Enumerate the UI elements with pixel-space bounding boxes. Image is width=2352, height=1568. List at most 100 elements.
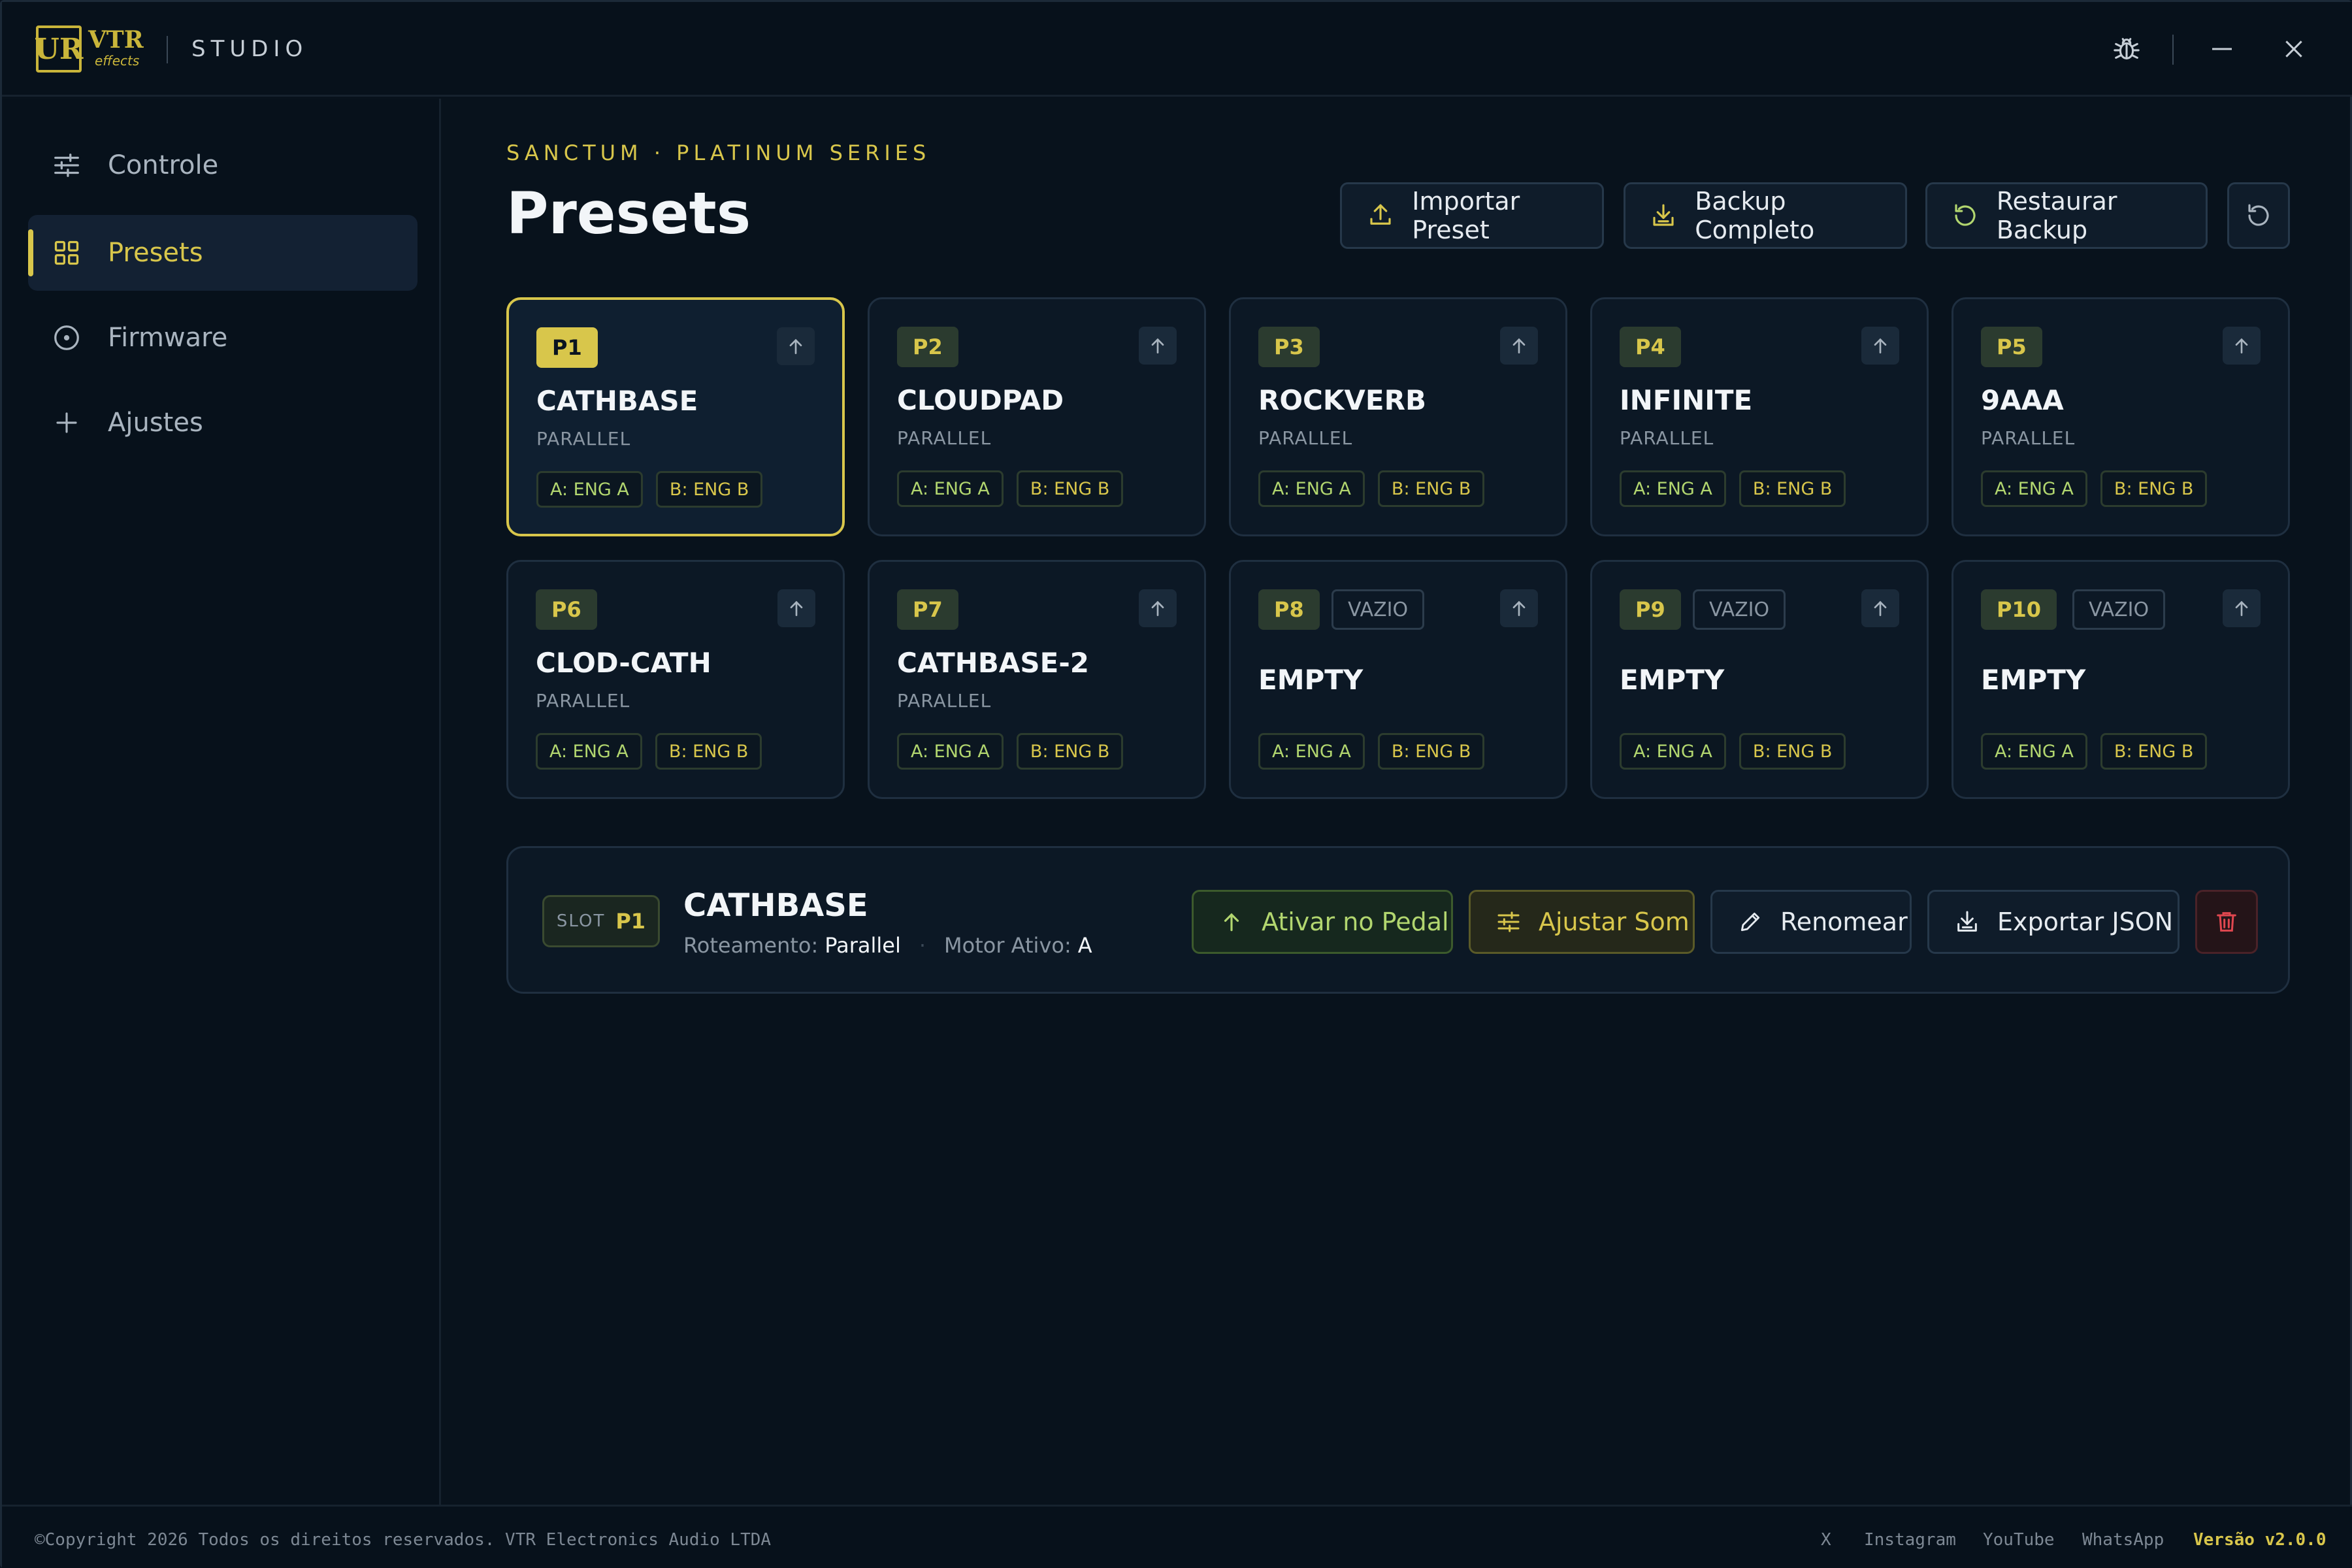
upload-to-pedal-button[interactable] <box>777 327 815 365</box>
selected-preset-meta: Roteamento: Parallel · Motor Ativo: A <box>683 933 1092 958</box>
preset-name: INFINITE <box>1620 384 1753 416</box>
engine-b-tag: B: ENG B <box>2100 733 2208 770</box>
preset-card-p5[interactable]: P5 9AAA PARALLEL A: ENG A B: ENG B <box>1952 297 2290 536</box>
preset-name: CATHBASE-2 <box>897 647 1089 679</box>
engine-b-tag: B: ENG B <box>1739 733 1846 770</box>
arrow-up-icon <box>789 338 802 354</box>
plus-icon <box>50 406 83 439</box>
version-label: Versão v2.0.0 <box>2193 1530 2327 1550</box>
routing-value: Parallel <box>825 933 901 958</box>
upload-to-pedal-button[interactable] <box>1139 327 1177 365</box>
page-title: Presets <box>506 180 751 247</box>
preset-card-p8[interactable]: P8 VAZIO EMPTY A: ENG A B: ENG B <box>1229 560 1567 799</box>
sidebar-item-controle[interactable]: Controle <box>28 127 417 203</box>
upload-to-pedal-button[interactable] <box>2223 327 2261 365</box>
upload-to-pedal-button[interactable] <box>777 589 815 627</box>
upload-to-pedal-button[interactable] <box>1861 589 1899 627</box>
preset-name: CLOD-CATH <box>536 647 711 679</box>
series-label: SANCTUM · PLATINUM SERIES <box>506 140 931 165</box>
logo-text: VTR <box>88 26 144 54</box>
slot-badge: P10 <box>1981 589 2057 630</box>
engine-b-tag: B: ENG B <box>1739 470 1846 507</box>
sidebar-item-ajustes[interactable]: Ajustes <box>28 385 417 461</box>
restore-icon <box>1951 201 1980 231</box>
full-backup-button[interactable]: Backup Completo <box>1624 182 1907 249</box>
sidebar-item-firmware[interactable]: Firmware <box>28 300 417 376</box>
upload-to-pedal-button[interactable] <box>1139 589 1177 627</box>
restore-backup-button[interactable]: Restaurar Backup <box>1925 182 2208 249</box>
selected-slot-badge: SLOT P1 <box>542 895 660 947</box>
engine-b-tag: B: ENG B <box>655 733 762 770</box>
logo-mark: UR <box>35 25 83 73</box>
arrow-up-icon <box>790 600 803 616</box>
preset-card-p4[interactable]: P4 INFINITE PARALLEL A: ENG A B: ENG B <box>1590 297 1929 536</box>
sidebar-item-presets[interactable]: Presets <box>28 215 417 291</box>
slot-badge: P3 <box>1258 327 1320 367</box>
app-name: STUDIO <box>191 36 308 62</box>
preset-card-p2[interactable]: P2 CLOUDPAD PARALLEL A: ENG A B: ENG B <box>868 297 1206 536</box>
footer-link-youtube[interactable]: YouTube <box>1983 1530 2055 1550</box>
sidebar-item-label: Firmware <box>108 323 228 353</box>
preset-name: EMPTY <box>1981 664 2086 696</box>
preset-card-p1[interactable]: P1 CATHBASE PARALLEL A: ENG A B: ENG B <box>506 297 845 536</box>
preset-name: ROCKVERB <box>1258 384 1426 416</box>
arrow-up-icon <box>1151 338 1164 353</box>
export-label: Exportar JSON <box>1997 907 2174 936</box>
engine-b-tag: B: ENG B <box>1377 470 1485 507</box>
slot-badge: P6 <box>536 589 597 630</box>
preset-card-p6[interactable]: P6 CLOD-CATH PARALLEL A: ENG A B: ENG B <box>506 560 845 799</box>
slot-badge: P9 <box>1620 589 1681 630</box>
upload-to-pedal-button[interactable] <box>1861 327 1899 365</box>
download-icon <box>1649 201 1678 231</box>
upload-to-pedal-button[interactable] <box>1500 327 1538 365</box>
app-window: UR VTR effects STUDIO Controle Presets F… <box>0 0 2352 1568</box>
selected-preset-name: CATHBASE <box>683 887 868 924</box>
slot-badge: P8 <box>1258 589 1320 630</box>
preset-card-p3[interactable]: P3 ROCKVERB PARALLEL A: ENG A B: ENG B <box>1229 297 1567 536</box>
upload-to-pedal-button[interactable] <box>1500 589 1538 627</box>
routing-label: PARALLEL <box>536 690 630 711</box>
restore-backup-label: Restaurar Backup <box>1996 187 2117 244</box>
rename-label: Renomear <box>1780 907 1908 936</box>
minimize-button[interactable] <box>2204 31 2240 67</box>
empty-tag: VAZIO <box>2072 589 2166 630</box>
motor-value: A <box>1077 933 1092 958</box>
footer: ©Copyright 2026 Todos os direitos reserv… <box>2 1505 2352 1568</box>
export-json-button[interactable]: Exportar JSON <box>1927 890 2180 954</box>
engine-a-tag: A: ENG A <box>1981 733 2087 770</box>
activate-label: Ativar no Pedal <box>1262 907 1449 936</box>
sliders-icon <box>50 149 83 182</box>
slot-badge: P2 <box>897 327 958 367</box>
preset-card-p10[interactable]: P10 VAZIO EMPTY A: ENG A B: ENG B <box>1952 560 2290 799</box>
engine-a-tag: A: ENG A <box>1258 470 1365 507</box>
download-icon <box>1953 907 1982 936</box>
grid-icon <box>50 237 83 269</box>
copyright-text: ©Copyright 2026 Todos os direitos reserv… <box>35 1530 772 1550</box>
refresh-button[interactable] <box>2227 182 2290 249</box>
adjust-sound-button[interactable]: Ajustar Som <box>1469 890 1695 954</box>
rename-button[interactable]: Renomear <box>1710 890 1912 954</box>
target-icon <box>50 321 83 354</box>
footer-link-x[interactable]: X <box>1821 1530 1831 1550</box>
footer-link-whatsapp[interactable]: WhatsApp <box>2082 1530 2164 1550</box>
sliders-icon <box>1494 907 1523 936</box>
close-button[interactable] <box>2276 31 2312 67</box>
logo-subtext: effects <box>95 53 140 69</box>
footer-link-instagram[interactable]: Instagram <box>1864 1530 1956 1550</box>
arrow-up-icon <box>1874 600 1887 616</box>
import-preset-label: Importar Preset <box>1412 187 1520 244</box>
engine-b-tag: B: ENG B <box>2100 470 2208 507</box>
pencil-icon <box>1736 907 1765 936</box>
preset-card-p7[interactable]: P7 CATHBASE-2 PARALLEL A: ENG A B: ENG B <box>868 560 1206 799</box>
preset-card-p9[interactable]: P9 VAZIO EMPTY A: ENG A B: ENG B <box>1590 560 1929 799</box>
import-preset-button[interactable]: Importar Preset <box>1340 182 1604 249</box>
engine-a-tag: A: ENG A <box>1981 470 2087 507</box>
full-backup-label: Backup Completo <box>1695 187 1815 244</box>
upload-to-pedal-button[interactable] <box>2223 589 2261 627</box>
slot-label: SLOT <box>556 911 606 931</box>
delete-button[interactable] <box>2195 890 2258 954</box>
activate-on-pedal-button[interactable]: Ativar no Pedal <box>1192 890 1453 954</box>
slot-badge: P4 <box>1620 327 1681 367</box>
engine-a-tag: A: ENG A <box>536 471 643 508</box>
debug-button[interactable] <box>2108 31 2145 67</box>
